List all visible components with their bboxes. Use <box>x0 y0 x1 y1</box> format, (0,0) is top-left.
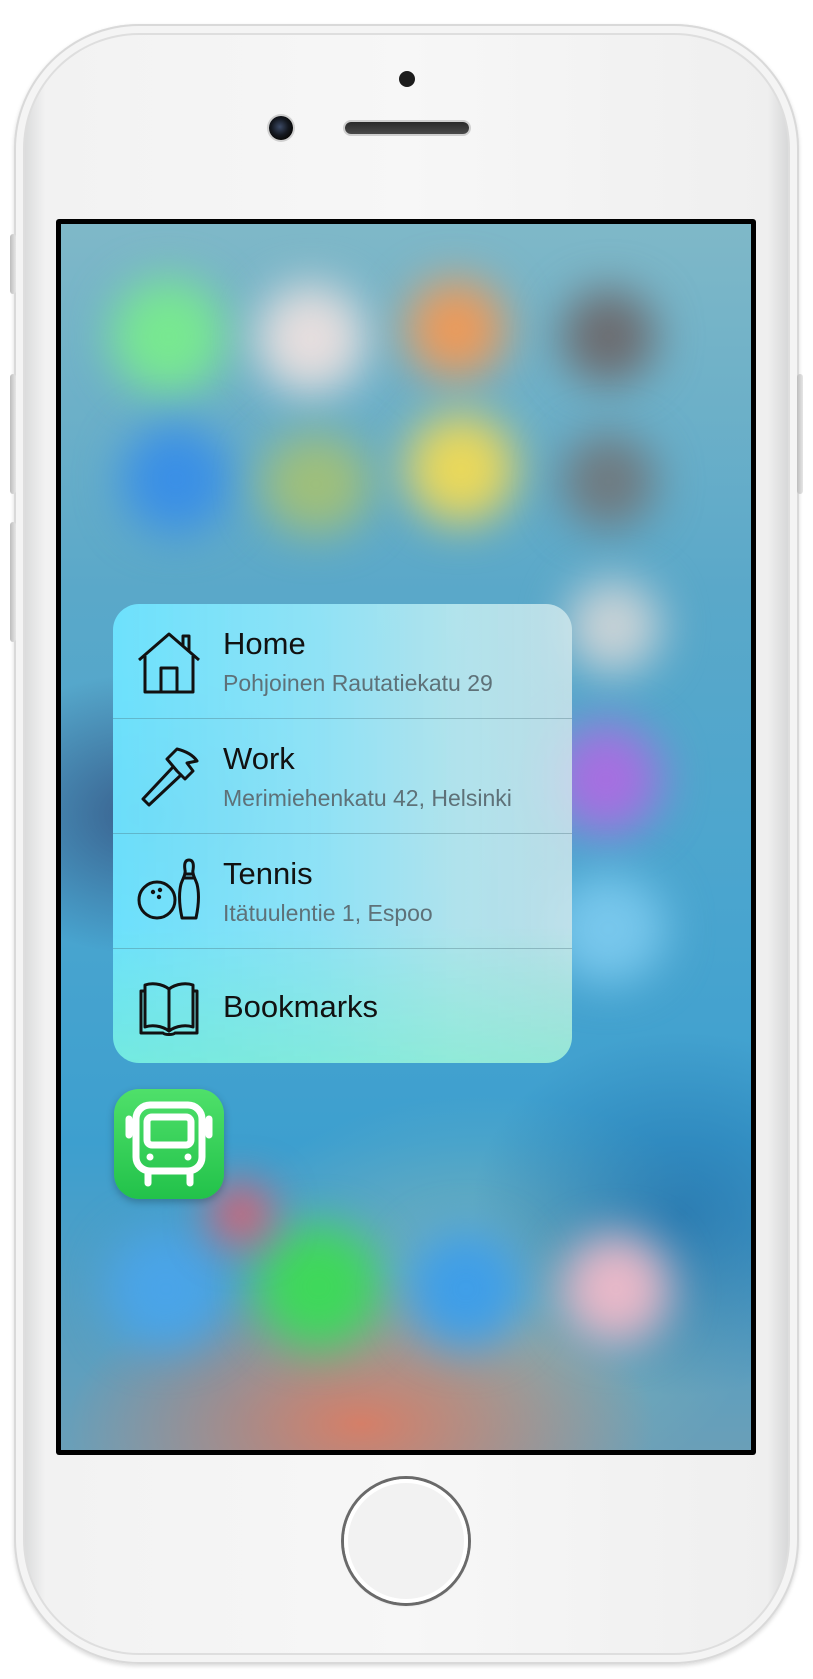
volume-up-button[interactable] <box>10 374 16 494</box>
quick-action-title: Work <box>223 741 295 776</box>
volume-down-button[interactable] <box>10 522 16 642</box>
quick-action-work[interactable]: Work Merimiehenkatu 42, Helsinki <box>113 719 572 834</box>
bus-icon <box>125 1101 213 1187</box>
book-icon <box>139 982 199 1036</box>
blurred-dock-icon <box>256 1224 381 1349</box>
quick-action-subtitle: Pohjoinen Rautatiekatu 29 <box>223 670 493 696</box>
blurred-dock-icon <box>406 1229 526 1349</box>
blurred-app-icon <box>121 424 231 534</box>
quick-action-title: Tennis <box>223 856 313 891</box>
house-icon <box>138 632 200 694</box>
proximity-sensor <box>399 71 415 87</box>
blurred-app-icon <box>566 579 661 674</box>
quick-actions-menu: Home Pohjoinen Rautatiekatu 29 Work Meri… <box>113 604 572 1063</box>
transit-app-icon[interactable] <box>114 1089 224 1199</box>
blurred-app-icon <box>261 434 371 534</box>
blurred-app-icon <box>406 279 506 379</box>
blurred-app-icon <box>561 434 656 529</box>
stage: Home Pohjoinen Rautatiekatu 29 Work Meri… <box>0 0 813 1679</box>
quick-action-title: Home <box>223 626 306 661</box>
quick-action-tennis[interactable]: Tennis Itätuulentie 1, Espoo <box>113 834 572 949</box>
bowling-icon <box>137 858 200 920</box>
quick-action-home[interactable]: Home Pohjoinen Rautatiekatu 29 <box>113 604 572 719</box>
power-button[interactable] <box>797 374 803 494</box>
quick-action-title: Bookmarks <box>223 989 379 1024</box>
blurred-dock-icon <box>106 1229 226 1349</box>
blurred-app-icon <box>406 414 516 524</box>
front-camera <box>269 116 293 140</box>
quick-action-subtitle: Merimiehenkatu 42, Helsinki <box>223 785 512 811</box>
blurred-app-icon <box>256 284 366 394</box>
home-button[interactable] <box>344 1479 468 1603</box>
quick-action-subtitle: Itätuulentie 1, Espoo <box>223 900 433 926</box>
hammer-icon <box>141 747 199 807</box>
mute-switch[interactable] <box>10 234 16 294</box>
blurred-dock-icon <box>561 1234 671 1344</box>
earpiece-speaker <box>345 122 469 134</box>
blurred-app-icon <box>561 289 656 384</box>
quick-action-bookmarks[interactable]: Bookmarks <box>113 949 572 1063</box>
blurred-app-icon <box>111 279 226 394</box>
